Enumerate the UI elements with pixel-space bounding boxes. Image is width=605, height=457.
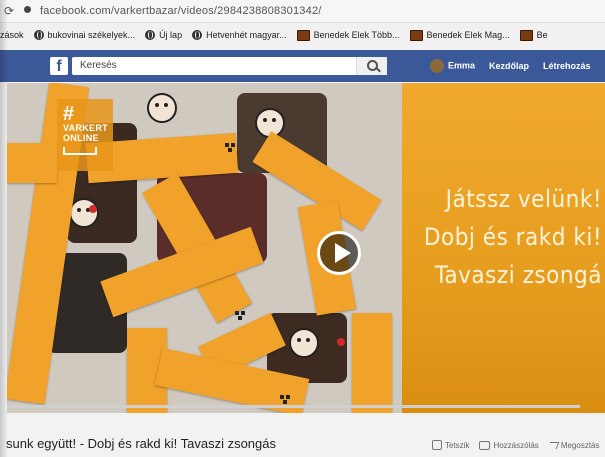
nav-create-link[interactable]: Létrehozás: [543, 61, 591, 71]
globe-icon: [192, 30, 203, 40]
share-button[interactable]: Megosztás: [547, 440, 600, 450]
screen: ⟳ facebook.com/varkertbazar/videos/29842…: [0, 0, 605, 457]
bookmark-label: Hetvenhét magyar...: [206, 30, 287, 40]
like-button[interactable]: Tetszik: [432, 440, 469, 450]
bookmark-item[interactable]: bukovinai székelyek...: [33, 30, 136, 40]
screen-edge-shadow: [0, 0, 8, 457]
bookmark-item[interactable]: Benedek Elek Mag...: [409, 29, 510, 41]
header-nav: Emma Kezdőlap Létrehozás: [430, 59, 591, 73]
promo-line-3: Tavaszi zsongá: [434, 261, 602, 289]
post-actions: Tetszik Hozzászólás Megosztás: [432, 440, 600, 450]
video-caption: sunk együtt! - Dobj és rakd ki! Tavaszi …: [6, 436, 276, 451]
url-text[interactable]: facebook.com/varkertbazar/videos/2984238…: [40, 5, 322, 17]
avatar: [430, 59, 444, 73]
bookmark-item[interactable]: Hetvenhét magyar...: [192, 30, 287, 40]
like-label: Tetszik: [445, 440, 470, 450]
bookmark-label: Benedek Elek Több...: [313, 30, 400, 40]
varkert-online-logo: # VARKERT ONLINE: [57, 99, 113, 171]
bookmark-item[interactable]: Be: [519, 29, 548, 41]
facebook-header: f Keresés Emma Kezdőlap Létrehozás: [0, 50, 605, 82]
like-icon: [432, 440, 442, 450]
search-input[interactable]: Keresés: [72, 57, 387, 75]
profile-link[interactable]: Emma: [430, 59, 475, 73]
bookmark-label: Be: [536, 30, 548, 40]
video-progress-bar[interactable]: [7, 405, 580, 408]
nav-home-link[interactable]: Kezdőlap: [489, 61, 529, 71]
lock-icon: [24, 6, 31, 13]
promo-line-1: Játssz velünk!: [445, 185, 602, 213]
bookmark-label: bukovinai székelyek...: [47, 30, 136, 40]
folder-icon: [409, 29, 423, 41]
video-player[interactable]: Játssz velünk! Dobj és rakd ki! Tavaszi …: [7, 83, 605, 413]
share-icon: [547, 441, 560, 449]
facebook-logo-icon[interactable]: f: [50, 57, 68, 75]
share-label: Megosztás: [560, 440, 600, 450]
comment-button[interactable]: Hozzászólás: [479, 440, 539, 450]
address-bar[interactable]: ⟳ facebook.com/varkertbazar/videos/29842…: [0, 0, 605, 23]
bookmarks-bar: zások bukovinai székelyek... Új lap Hetv…: [0, 23, 605, 47]
bookmark-item[interactable]: Benedek Elek Több...: [296, 29, 400, 41]
search-icon[interactable]: [356, 57, 387, 75]
hashtag-glyph: #: [63, 103, 75, 125]
bookmark-label: Új lap: [159, 30, 183, 40]
logo-line-1: VARKERT: [63, 123, 108, 133]
play-button-icon[interactable]: [317, 231, 361, 275]
globe-icon: [145, 30, 156, 40]
globe-icon: [33, 30, 44, 40]
comment-icon: [479, 440, 491, 450]
logo-bracket-icon: [63, 147, 97, 155]
bookmark-item[interactable]: Új lap: [145, 30, 182, 40]
profile-name: Emma: [448, 60, 476, 71]
bookmark-label: Benedek Elek Mag...: [426, 30, 510, 40]
folder-icon: [519, 29, 533, 41]
comment-label: Hozzászólás: [493, 440, 539, 450]
promo-line-2: Dobj és rakd ki!: [423, 223, 602, 251]
search-placeholder: Keresés: [80, 60, 117, 71]
folder-icon: [296, 29, 310, 41]
logo-line-2: ONLINE: [63, 133, 99, 143]
